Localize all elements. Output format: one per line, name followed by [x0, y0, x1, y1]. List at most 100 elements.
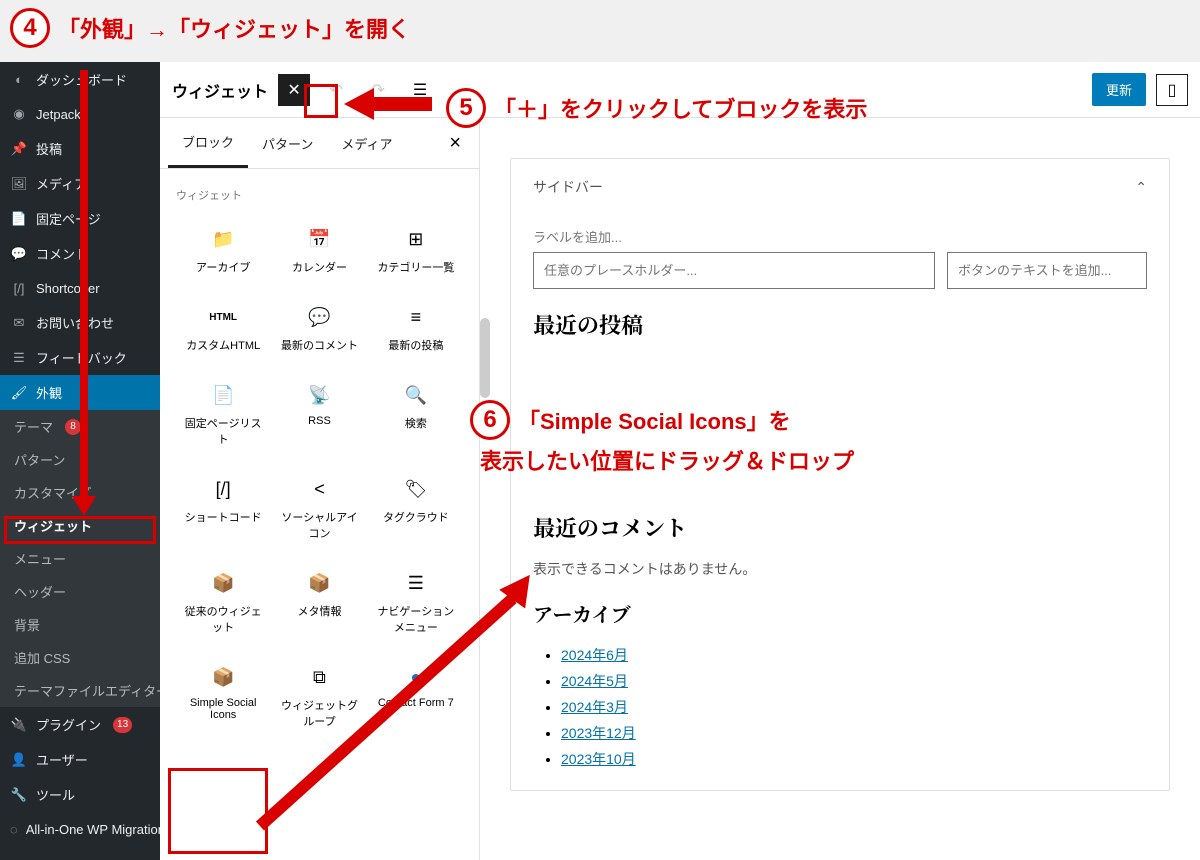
block-item-8[interactable]: 🔍検索 [369, 369, 463, 461]
widget-canvas: サイドバー ⌃ ラベルを追加... 最近の投稿 最近のコメント 表示できるコメン… [480, 118, 1200, 860]
sidebar-item-pages[interactable]: 📄固定ページ [0, 201, 160, 236]
settings-panel-button[interactable]: ▯ [1156, 74, 1188, 106]
block-label: 最新のコメント [281, 337, 358, 353]
sidebar-item-feedback[interactable]: ☰フィードバック [0, 340, 160, 375]
inserter-close-button[interactable]: × [439, 122, 471, 165]
inserter-tab-media[interactable]: メディア [327, 120, 406, 167]
editor-topbar: ウィジェット ✕ ↶ ↷ ☰ 更新 ▯ [160, 62, 1200, 118]
block-item-13[interactable]: 📦 メタ情報 [272, 557, 366, 649]
heading-recent-posts: 最近の投稿 [533, 309, 1147, 340]
dashboard-icon: ◐ [10, 71, 28, 89]
pin-icon: 📌 [10, 140, 28, 158]
block-item-5[interactable]: ≡最新の投稿 [369, 291, 463, 367]
canvas-scrollbar[interactable] [480, 318, 490, 398]
submenu-background[interactable]: 背景 [0, 608, 160, 641]
sidebar-item-plugins[interactable]: 🔌プラグイン13 [0, 707, 160, 742]
sidebar-item-shortcoder[interactable]: [/]Shortcoder [0, 271, 160, 305]
block-item-16[interactable]: ⧉ウィジェットグループ [272, 651, 366, 743]
submenu-theme-editor[interactable]: テーマファイルエディター [0, 674, 160, 707]
shortcode-icon: [/] [10, 279, 28, 297]
block-item-10[interactable]: <ソーシャルアイコン [272, 463, 366, 555]
chevron-up-icon: ⌃ [1135, 179, 1147, 196]
label-placeholder[interactable]: ラベルを追加... [533, 227, 1147, 246]
block-label: カレンダー [292, 259, 347, 275]
block-label: メタ情報 [297, 603, 341, 619]
plugins-badge: 13 [113, 717, 132, 733]
archive-link[interactable]: 2023年12月 [561, 725, 636, 741]
sidebar-item-dashboard[interactable]: ◐ダッシュボード [0, 62, 160, 97]
block-icon: 📄 [211, 383, 235, 407]
sidebar-item-comments[interactable]: 💬コメント [0, 236, 160, 271]
block-item-14[interactable]: ☰ナビゲーションメニュー [369, 557, 463, 649]
sidebar-item-posts[interactable]: 📌投稿 [0, 131, 160, 166]
annotation-text-4: 「外観」→「ウィジェット」を開く [58, 12, 410, 44]
jetpack-icon: ◉ [10, 105, 28, 123]
inserter-tab-blocks[interactable]: ブロック [168, 118, 248, 168]
block-icon: 🔍 [404, 383, 428, 407]
button-text-input[interactable] [947, 252, 1147, 289]
block-item-3[interactable]: HTMLカスタムHTML [176, 291, 270, 367]
submenu-patterns[interactable]: パターン [0, 443, 160, 476]
sidebar-item-jetpack[interactable]: ◉Jetpack [0, 97, 160, 131]
block-label: 従来のウィジェット [180, 603, 266, 635]
sidebar-item-users[interactable]: 👤ユーザー [0, 742, 160, 777]
archive-link[interactable]: 2024年3月 [561, 699, 628, 715]
sidebar-item-contact[interactable]: ✉お問い合わせ [0, 305, 160, 340]
block-item-6[interactable]: 📄 固定ページリスト [176, 369, 270, 461]
archive-list-item: 2024年3月 [561, 694, 1147, 720]
no-comments-text: 表示できるコメントはありません。 [533, 559, 1147, 579]
heading-recent-comments: 最近のコメント [533, 512, 1147, 543]
archive-link[interactable]: 2024年6月 [561, 647, 628, 663]
block-item-7[interactable]: 📡RSS [272, 369, 366, 461]
inserter-tab-patterns[interactable]: パターン [248, 120, 327, 167]
block-item-15[interactable]: 📦Simple Social Icons [176, 651, 270, 743]
brush-icon: 🖌 [10, 384, 28, 402]
sidebar-item-appearance[interactable]: 🖌外観 [0, 375, 160, 410]
block-icon: ⧉ [307, 665, 331, 689]
archive-link[interactable]: 2024年5月 [561, 673, 628, 689]
submenu-additional-css[interactable]: 追加 CSS [0, 641, 160, 674]
toggle-inserter-button[interactable]: ✕ [278, 74, 310, 106]
block-label: RSS [308, 415, 331, 427]
archive-list-item: 2024年5月 [561, 668, 1147, 694]
submenu-header[interactable]: ヘッダー [0, 575, 160, 608]
update-button[interactable]: 更新 [1092, 73, 1146, 106]
inserter-category-label: ウィジェット [176, 177, 463, 213]
redo-button[interactable]: ↷ [362, 74, 394, 106]
migration-icon: ◌ [10, 820, 18, 838]
user-icon: 👤 [10, 751, 28, 769]
block-item-2[interactable]: ⊞カテゴリー一覧 [369, 213, 463, 289]
submenu-widgets[interactable]: ウィジェット [0, 509, 160, 542]
block-icon: HTML [211, 305, 235, 329]
block-item-4[interactable]: 💬最新のコメント [272, 291, 366, 367]
block-icon: 📁 [211, 227, 235, 251]
block-item-1[interactable]: 📅 カレンダー [272, 213, 366, 289]
block-icon: ⊞ [404, 227, 428, 251]
sidebar-item-media[interactable]: 🖼メディア [0, 166, 160, 201]
submenu-menus[interactable]: メニュー [0, 542, 160, 575]
submenu-customize[interactable]: カスタマイズ [0, 476, 160, 509]
undo-button[interactable]: ↶ [320, 74, 352, 106]
block-inserter-panel: ブロック パターン メディア × ウィジェット 📁アーカイブ 📅 カレンダー ⊞カテゴ… [160, 118, 480, 860]
block-icon: ● [404, 665, 428, 689]
search-placeholder-input[interactable] [533, 252, 935, 289]
archive-link[interactable]: 2023年10月 [561, 751, 636, 767]
block-icon: ☰ [404, 571, 428, 595]
submenu-themes[interactable]: テーマ8 [0, 410, 160, 443]
archive-list-item: 2023年10月 [561, 746, 1147, 772]
block-icon: 📅 [307, 227, 331, 251]
list-view-button[interactable]: ☰ [404, 74, 436, 106]
block-item-17[interactable]: ●Contact Form 7 [369, 651, 463, 743]
media-icon: 🖼 [10, 175, 28, 193]
block-item-11[interactable]: 🏷タグクラウド [369, 463, 463, 555]
block-label: ショートコード [185, 509, 262, 525]
comment-icon: 💬 [10, 245, 28, 263]
sidebar-item-tools[interactable]: 🔧ツール [0, 777, 160, 812]
block-item-0[interactable]: 📁アーカイブ [176, 213, 270, 289]
block-label: 固定ページリスト [180, 415, 266, 447]
block-item-12[interactable]: 📦従来のウィジェット [176, 557, 270, 649]
block-icon: 📦 [307, 571, 331, 595]
sidebar-item-migration[interactable]: ◌All-in-One WP Migration [0, 812, 160, 846]
widget-area-toggle[interactable]: サイドバー ⌃ [533, 177, 1147, 207]
block-item-9[interactable]: [/]ショートコード [176, 463, 270, 555]
